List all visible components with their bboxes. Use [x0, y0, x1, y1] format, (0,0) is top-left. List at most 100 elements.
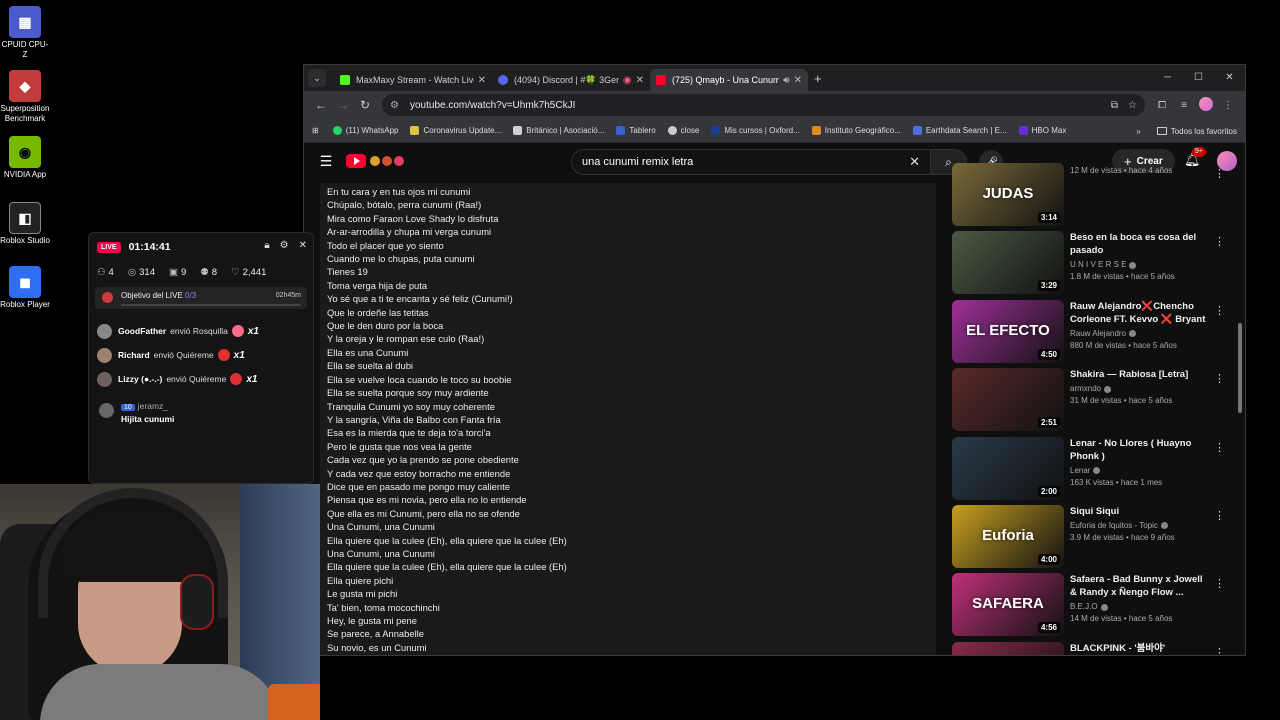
install-app-icon[interactable]: ⧉ [1111, 100, 1118, 111]
channel-name[interactable]: Lenar [1070, 465, 1208, 477]
chevron-right-icon[interactable]: » [1136, 127, 1140, 136]
more-options-icon[interactable]: ⋮ [1214, 441, 1225, 454]
desktop-icon-superposition[interactable]: ◆ Superposition Benchmark [0, 70, 50, 124]
related-video[interactable]: 3:29 Beso en la boca es cosa del pasado U … [952, 231, 1232, 299]
site-info-icon[interactable]: ⚙︎ [390, 100, 404, 111]
maximize-button[interactable]: ☐ [1183, 65, 1214, 91]
tab-search-button[interactable]: ⌄ [308, 69, 326, 87]
back-button[interactable]: ← [310, 98, 332, 112]
desktop-icon-roblox-studio[interactable]: ◧ Roblox Studio [0, 202, 50, 246]
lyric-line: Y cada vez que estoy borracho me entiend… [327, 467, 511, 479]
more-options-icon[interactable]: ⋮ [1214, 509, 1225, 522]
reload-button[interactable]: ↻ [354, 98, 376, 112]
video-thumbnail[interactable] [952, 641, 1064, 655]
browser-window: ⌄ MaxMaxy Stream - Watch Live o ✕ (4094)… [303, 64, 1246, 656]
channel-name[interactable]: armxndo [1070, 383, 1208, 395]
close-icon[interactable]: ✕ [299, 240, 307, 251]
browser-menu-icon[interactable]: ⋮ [1217, 100, 1239, 111]
bookmark-close[interactable]: close [667, 126, 699, 135]
bookmark-whatsapp[interactable]: (11) WhatsApp [332, 126, 398, 135]
related-video[interactable]: Euforia 4:00 Siqui Siqui Euforia de Iquitos… [952, 505, 1232, 573]
live-goal[interactable]: Objetivo del LIVE 0/3 02h45m [95, 287, 307, 309]
speaker-icon[interactable]: 🔊︎ [783, 75, 789, 86]
video-thumbnail[interactable]: JUDAS 3:14 [952, 163, 1064, 226]
channel-name[interactable]: B.E.J.O [1070, 601, 1208, 613]
video-thumbnail[interactable]: 2:00 [952, 436, 1064, 500]
video-title[interactable]: Safaera - Bad Bunny x Jowell & Randy x Ñ… [1070, 573, 1208, 599]
more-options-icon[interactable]: ⋮ [1214, 167, 1225, 180]
desktop-icon-nvidia[interactable]: ◉ NVIDIA App [0, 136, 50, 180]
tab-kick[interactable]: MaxMaxy Stream - Watch Live o ✕ [334, 69, 492, 91]
search-input[interactable]: una cunumi remix letra ✕ [571, 149, 931, 175]
page-scrollbar[interactable] [1236, 183, 1244, 655]
tab-discord[interactable]: (4094) Discord | #🍀 3Gene ◉ ✕ [492, 69, 650, 91]
extensions-icon[interactable]: ⧠ [1151, 100, 1173, 111]
video-thumbnail[interactable]: SAFAERA 4:56 [952, 573, 1064, 637]
more-options-icon[interactable]: ⋮ [1214, 304, 1225, 317]
more-options-icon[interactable]: ⋮ [1214, 577, 1225, 590]
video-title[interactable]: Rauw Alejandro❌Chencho Corleone FT. Kevv… [1070, 300, 1208, 326]
related-video[interactable]: 2:00 Lenar - No Llores ( Huayno Phonk ) Le… [952, 436, 1232, 505]
more-options-icon[interactable]: ⋮ [1214, 372, 1225, 385]
avatar[interactable] [97, 371, 112, 387]
bookmark-coronavirus[interactable]: Coronavirus Update... [410, 126, 501, 135]
close-window-button[interactable]: ✕ [1214, 65, 1245, 91]
video-thumbnail[interactable]: Euforia 4:00 [952, 505, 1064, 568]
avatar[interactable] [97, 347, 112, 363]
avatar[interactable] [97, 323, 112, 339]
tab-youtube[interactable]: (725) Qmayb - Una Cunumi 🔊︎ ✕ [650, 69, 808, 91]
video-title[interactable]: Shakira — Rabiosa [Letra] [1070, 368, 1208, 381]
gift-username[interactable]: Richard [118, 350, 150, 360]
related-video[interactable]: EL EFECTO 4:50 Rauw Alejandro❌Chencho Corl… [952, 299, 1232, 368]
video-thumbnail[interactable]: EL EFECTO 4:50 [952, 299, 1064, 363]
related-video[interactable]: SAFAERA 4:56 Safaera - Bad Bunny x Jowell … [952, 573, 1232, 641]
hamburger-menu-icon[interactable]: ☰ [306, 153, 346, 170]
bookmark-tablero[interactable]: Tablero [616, 126, 656, 135]
close-tab-icon[interactable]: ✕ [636, 75, 644, 86]
forward-button[interactable]: → [332, 98, 354, 112]
channel-name[interactable]: Euforia de Iquitos - Topic [1070, 520, 1208, 532]
video-title[interactable]: Lenar - No Llores ( Huayno Phonk ) [1070, 437, 1208, 463]
more-options-icon[interactable]: ⋮ [1214, 646, 1225, 655]
chat-username[interactable]: jeramz_ [138, 401, 168, 411]
more-options-icon[interactable]: ⋮ [1214, 235, 1225, 248]
kick-favicon-icon [340, 75, 350, 85]
avatar[interactable] [99, 403, 114, 418]
bookmark-instituto[interactable]: Instituto Geográfico... [811, 126, 901, 135]
clear-search-icon[interactable]: ✕ [909, 154, 920, 170]
settings-gear-icon[interactable]: ⚙︎ [280, 240, 289, 251]
bookmark-oxford[interactable]: Mis cursos | Oxford... [711, 126, 800, 135]
youtube-logo[interactable] [346, 154, 404, 168]
apps-grid-icon[interactable]: ⊞ [312, 126, 319, 135]
video-title[interactable]: BLACKPINK - '붐바야' (BOOMBAYAH) M/V [1070, 642, 1208, 655]
desktop-icon-roblox-player[interactable]: ◼ Roblox Player [0, 266, 50, 310]
related-video[interactable]: 2:51 Shakira — Rabiosa [Letra] armxndo 31 M… [952, 368, 1232, 436]
close-tab-icon[interactable]: ✕ [478, 75, 486, 86]
bookmark-britanico[interactable]: Británico | Asociació... [513, 126, 604, 135]
url-text[interactable]: youtube.com/watch?v=Uhmk7h5CkJI [410, 100, 1101, 111]
minimize-button[interactable]: ─ [1152, 65, 1183, 91]
new-tab-button[interactable]: + [814, 71, 822, 86]
gift-username[interactable]: GoodFather [118, 326, 166, 336]
gift-username[interactable]: Lizzy (●.-.-) [118, 374, 162, 384]
video-title[interactable]: Siqui Siqui [1070, 505, 1208, 518]
all-bookmarks-folder[interactable]: Todos los favoritos [1171, 127, 1237, 136]
address-bar[interactable]: ⚙︎ youtube.com/watch?v=Uhmk7h5CkJI ⧉ ☆ [382, 94, 1145, 116]
lyric-line: Se parece, a Roma Cuyi [327, 654, 936, 655]
related-video[interactable]: JUDAS 3:14 12 M de vistas • hace 4 años ⋮ [952, 163, 1232, 231]
bookmark-star-icon[interactable]: ☆ [1128, 100, 1137, 111]
related-video[interactable]: BLACKPINK - '붐바야' (BOOMBAYAH) M/V ⋮ [952, 641, 1232, 655]
bookmark-hbomax[interactable]: HBO Max [1018, 126, 1066, 135]
video-thumbnail[interactable]: 2:51 [952, 368, 1064, 432]
watch-page: En tu cara y en tus ojos mi cunumi Chúpal… [304, 163, 1245, 655]
desktop-icon-cpuz[interactable]: ▦ CPUID CPU-Z [0, 6, 50, 60]
close-tab-icon[interactable]: ✕ [794, 75, 802, 86]
bookmark-earthdata[interactable]: Earthdata Search | E... [912, 126, 1007, 135]
media-controls-icon[interactable]: ≡ [1173, 100, 1195, 111]
profile-avatar[interactable] [1195, 96, 1217, 114]
video-thumbnail[interactable]: 3:29 [952, 231, 1064, 295]
channel-name[interactable]: U N I V E R S E [1070, 259, 1208, 271]
video-title[interactable]: Beso en la boca es cosa del pasado [1070, 231, 1208, 257]
lock-icon[interactable]: 🔒︎ [264, 240, 269, 251]
channel-name[interactable]: Rauw Alejandro [1070, 328, 1208, 340]
